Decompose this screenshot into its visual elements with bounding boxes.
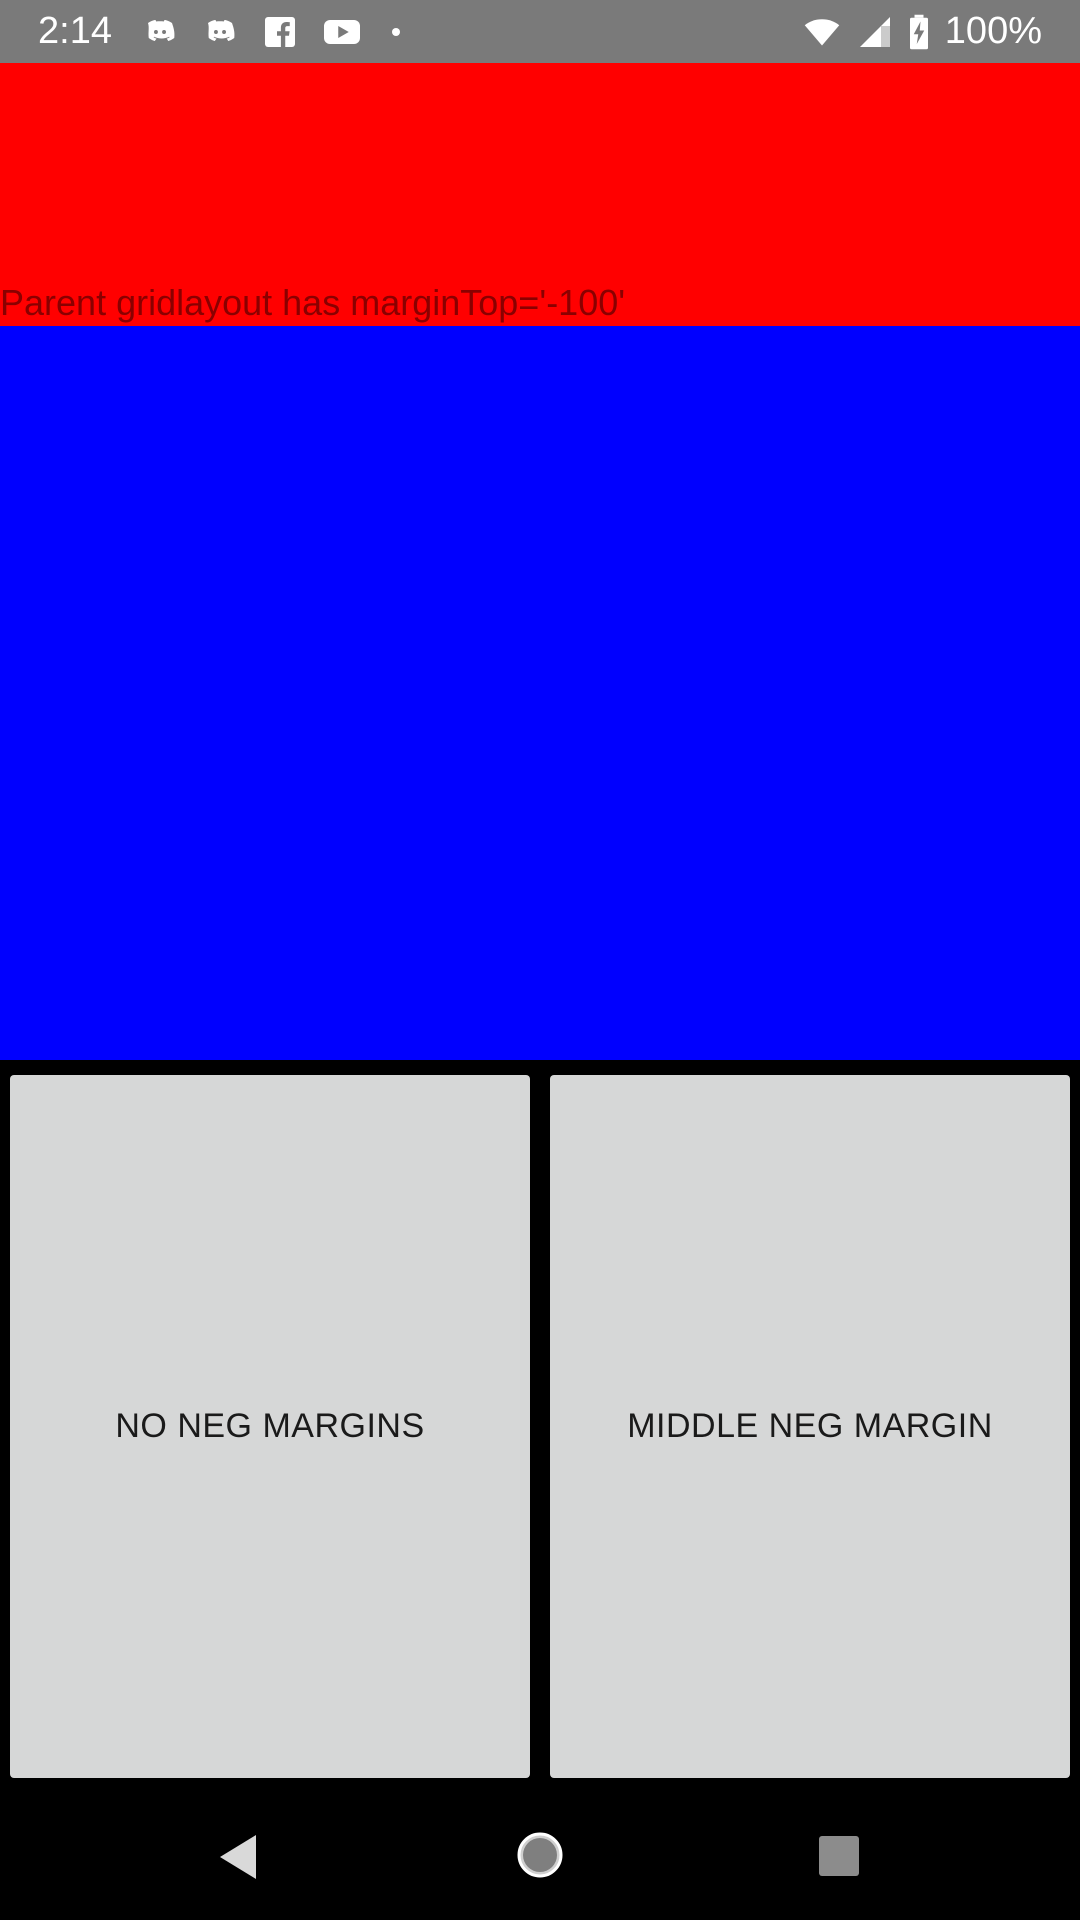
status-bar: 2:14 100%	[0, 0, 1080, 63]
battery-charging-icon	[907, 14, 931, 50]
red-region: Parent gridlayout has marginTop='-100'	[0, 63, 1080, 326]
margin-description-label: Parent gridlayout has marginTop='-100'	[0, 282, 626, 323]
home-icon[interactable]	[516, 1831, 564, 1879]
recents-icon[interactable]	[818, 1835, 860, 1877]
notification-icons	[142, 14, 406, 50]
navigation-bar	[0, 1795, 1080, 1920]
notification-dot-icon	[386, 14, 406, 50]
status-right: 100%	[801, 10, 1042, 53]
screen: 2:14 100% Parent gridlayout has marginTo…	[0, 0, 1080, 1920]
battery-percent: 100%	[944, 10, 1042, 52]
cellular-signal-icon	[857, 14, 893, 50]
no-neg-margins-button[interactable]: NO NEG MARGINS	[10, 1075, 530, 1778]
status-time: 2:14	[38, 10, 112, 52]
wifi-icon	[801, 14, 843, 50]
youtube-icon	[322, 14, 362, 50]
facebook-icon	[262, 14, 298, 50]
blue-region	[0, 326, 1080, 1060]
discord-icon	[202, 14, 238, 50]
middle-neg-margin-button[interactable]: MIDDLE NEG MARGIN	[550, 1075, 1070, 1778]
discord-icon	[142, 14, 178, 50]
back-icon[interactable]	[218, 1833, 258, 1881]
